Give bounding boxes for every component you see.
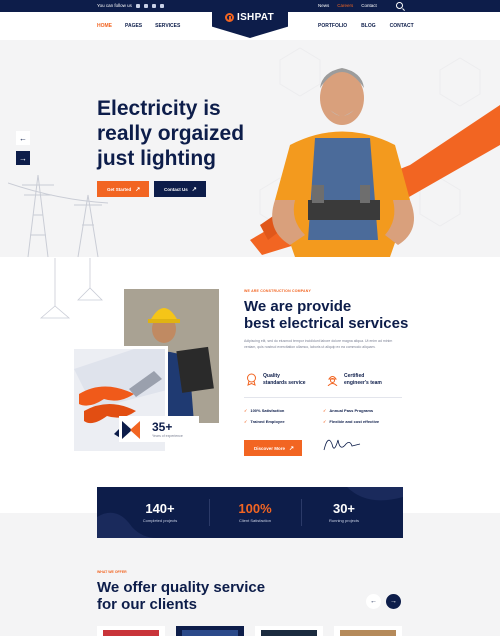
facebook-icon[interactable] <box>135 3 140 8</box>
arrow-up-right-icon: ↗ <box>289 445 295 452</box>
hero-title-line-3: just lighting <box>97 147 216 170</box>
power-tower-illustration <box>8 174 108 257</box>
counter-value: 140+ <box>145 501 175 516</box>
check-item: ✓ Annual Pass Programs <box>323 408 373 413</box>
counter-label: Client Satisfaction <box>238 518 271 523</box>
youtube-icon[interactable] <box>159 3 164 8</box>
top-link-careers[interactable]: Careers <box>337 3 353 8</box>
hero-title-line-1: Electricity is <box>97 97 221 120</box>
check-label: Annual Pass Programs <box>329 408 374 413</box>
check-item: ✓ 100% Satisfaction <box>244 408 284 413</box>
services-next-button[interactable]: → <box>386 594 401 609</box>
feature-certified-line-2: engineer's team <box>344 379 382 386</box>
about-title: We are provide best electrical services <box>244 298 408 332</box>
counter-value: 30+ <box>332 501 356 516</box>
nav-item-contact[interactable]: CONTACT <box>390 23 414 29</box>
slider-prev-button[interactable]: ← <box>16 131 30 145</box>
service-card-image <box>182 630 238 636</box>
counter-running: 30+ Running projects <box>293 501 395 523</box>
counter-satisfaction: 100% Client Satisfaction <box>204 501 306 523</box>
services-tag: WHAT WE OFFER <box>97 570 127 574</box>
check-label: Trained Employee <box>250 419 285 424</box>
services-title: We offer quality service for our clients <box>97 579 265 613</box>
top-link-news[interactable]: News <box>318 3 329 8</box>
services-prev-button[interactable]: ← <box>366 594 381 609</box>
feature-certified: Certified engineer's team <box>327 373 382 386</box>
service-card-image <box>261 630 317 636</box>
hero-section: Electricity is really orgaized just ligh… <box>0 40 500 257</box>
about-divider <box>244 397 402 398</box>
check-item: ✓ Trained Employee <box>244 419 285 424</box>
nav-left: HOME PAGES SERVICES <box>97 23 180 29</box>
arrow-up-right-icon: ↗ <box>191 186 197 193</box>
experience-value: 35+ <box>152 420 173 434</box>
engineer-icon <box>327 376 338 386</box>
instagram-icon[interactable] <box>151 3 156 8</box>
logo-text: ISHPAT <box>237 12 274 23</box>
service-card[interactable] <box>176 626 244 636</box>
feature-quality-line-2: standards service <box>263 379 306 386</box>
services-title-line-1: We offer quality service <box>97 579 266 596</box>
about-description: Adipiscing elit, sed do eiusmod tempor i… <box>244 339 393 349</box>
services-title-line-2: for our clients <box>97 596 198 613</box>
check-label: 100% Satisfaction <box>250 408 285 413</box>
check-label: Flexible and cost effective <box>329 419 380 424</box>
feature-quality: Quality standards service <box>247 373 306 386</box>
counter-completed: 140+ Completed projects <box>109 501 211 523</box>
arrow-left-icon: ← <box>370 598 377 605</box>
counter-value: 100% <box>238 501 272 516</box>
hero-title: Electricity is really orgaized just ligh… <box>97 96 257 171</box>
hero-title-line-2: really orgaized <box>97 122 245 145</box>
logo-icon <box>225 13 234 22</box>
counter-label: Running projects <box>328 518 360 523</box>
signature-image <box>323 439 361 451</box>
check-icon: ✓ <box>323 408 327 413</box>
discover-more-label: Discover More <box>254 445 286 451</box>
discover-more-button[interactable]: Discover More ↗ <box>244 440 302 456</box>
twitter-icon[interactable] <box>143 3 148 8</box>
counter-section: 140+ Completed projects 100% Client Sati… <box>97 487 403 538</box>
experience-stat: 35+ Years of experience <box>119 416 199 442</box>
contact-us-label: Contact Us <box>164 186 188 192</box>
nav-right: PORTFOLIO BLOG CONTACT <box>318 23 414 29</box>
check-item: ✓ Flexible and cost effective <box>323 419 379 424</box>
nav-item-blog[interactable]: BLOG <box>361 23 375 29</box>
nav-item-pages[interactable]: PAGES <box>125 23 142 29</box>
check-icon: ✓ <box>244 408 248 413</box>
arrow-right-icon: → <box>19 153 27 163</box>
hanging-lamps-illustration <box>39 258 103 319</box>
slider-next-button[interactable]: → <box>16 151 30 165</box>
lightning-logo-icon <box>122 421 140 439</box>
get-started-label: Get Started <box>107 186 132 192</box>
nav-item-home[interactable]: HOME <box>97 23 112 29</box>
service-card[interactable] <box>255 626 323 636</box>
get-started-button[interactable]: Get Started ↗ <box>97 181 149 197</box>
service-card[interactable] <box>97 626 165 636</box>
social-follow: You can follow us <box>97 3 164 8</box>
search-icon[interactable] <box>396 2 403 9</box>
about-title-line-1: We are provide <box>244 298 352 315</box>
check-icon: ✓ <box>244 419 248 424</box>
service-card-image <box>340 630 396 636</box>
top-links: News Careers Contact <box>318 3 377 8</box>
arrow-left-icon: ← <box>19 133 27 143</box>
quality-badge-icon <box>247 373 256 386</box>
about-title-line-2: best electrical services <box>244 315 409 332</box>
check-icon: ✓ <box>323 419 327 424</box>
nav-item-portfolio[interactable]: PORTFOLIO <box>318 23 347 29</box>
service-card[interactable] <box>334 626 402 636</box>
experience-label: Years of experience <box>152 434 183 438</box>
contact-us-button[interactable]: Contact Us ↗ <box>154 181 206 197</box>
service-card-image <box>103 630 159 636</box>
hero-electrician-image <box>250 68 500 257</box>
nav-item-services[interactable]: SERVICES <box>155 23 180 29</box>
counter-label: Completed projects <box>142 518 178 523</box>
top-link-contact[interactable]: Contact <box>361 3 377 8</box>
follow-label: You can follow us <box>97 3 132 8</box>
arrow-right-icon: → <box>390 598 397 605</box>
arrow-up-right-icon: ↗ <box>135 186 141 193</box>
about-tag: WE ARE CONSTRUCTION COMPANY <box>244 289 312 293</box>
